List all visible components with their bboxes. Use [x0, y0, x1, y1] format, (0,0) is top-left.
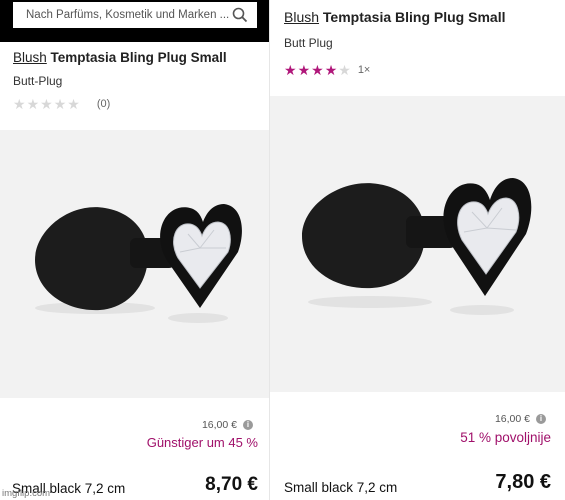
old-price-value: 16,00 € — [494, 413, 530, 425]
search-placeholder: Nach Parfüms, Kosmetik und Marken ... — [26, 9, 230, 21]
info-icon[interactable]: i — [243, 420, 253, 430]
star-icon: ★ — [26, 96, 40, 112]
brand-link[interactable]: Blush — [13, 50, 47, 65]
price: 8,70 € — [205, 474, 258, 495]
star-icon: ★ — [324, 62, 338, 78]
info-icon[interactable]: i — [536, 414, 546, 424]
product-category: Butt-Plug — [13, 74, 63, 88]
product-name: Temptasia Bling Plug Small — [50, 50, 227, 65]
product-image[interactable] — [270, 96, 565, 392]
product-title[interactable]: Blush Temptasia Bling Plug Small — [284, 9, 505, 25]
star-icon: ★ — [284, 62, 297, 78]
product-image[interactable] — [0, 130, 270, 398]
product-name: Temptasia Bling Plug Small — [322, 9, 506, 25]
brand-link[interactable]: Blush — [284, 9, 319, 25]
old-price-value: 16,00 € — [201, 419, 237, 431]
search-icon[interactable] — [231, 6, 249, 24]
old-price: 16,00 € i — [202, 419, 253, 431]
right-product-panel: Blush Temptasia Bling Plug Small Butt Pl… — [270, 0, 565, 500]
discount-label: 51 % povoljnije — [460, 430, 551, 445]
rating-stars[interactable]: ★ ★ ★ ★ ★ 1× — [284, 63, 370, 77]
variant-label[interactable]: Small black 7,2 cm — [284, 480, 397, 495]
star-icon: ★ — [297, 62, 311, 78]
left-product-panel: Nach Parfüms, Kosmetik und Marken ... Bl… — [0, 0, 270, 500]
rating-count: 1× — [357, 64, 371, 76]
search-input[interactable]: Nach Parfüms, Kosmetik und Marken ... — [13, 2, 257, 28]
rating-stars[interactable]: ★ ★ ★ ★ ★ (0) — [13, 97, 110, 111]
star-icon: ★ — [53, 96, 67, 112]
watermark: imgflip.com — [2, 488, 51, 499]
star-icon: ★ — [13, 96, 26, 112]
product-category: Butt Plug — [284, 36, 333, 50]
old-price: 16,00 € i — [495, 413, 546, 425]
star-icon: ★ — [40, 96, 53, 112]
star-icon: ★ — [338, 62, 351, 78]
discount-label: Günstiger um 45 % — [146, 435, 258, 450]
star-icon: ★ — [67, 96, 80, 112]
product-title[interactable]: Blush Temptasia Bling Plug Small — [13, 50, 227, 65]
price: 7,80 € — [495, 471, 551, 493]
star-icon: ★ — [311, 62, 324, 78]
rating-count: (0) — [96, 98, 111, 110]
search-bar: Nach Parfüms, Kosmetik und Marken ... — [0, 0, 270, 42]
